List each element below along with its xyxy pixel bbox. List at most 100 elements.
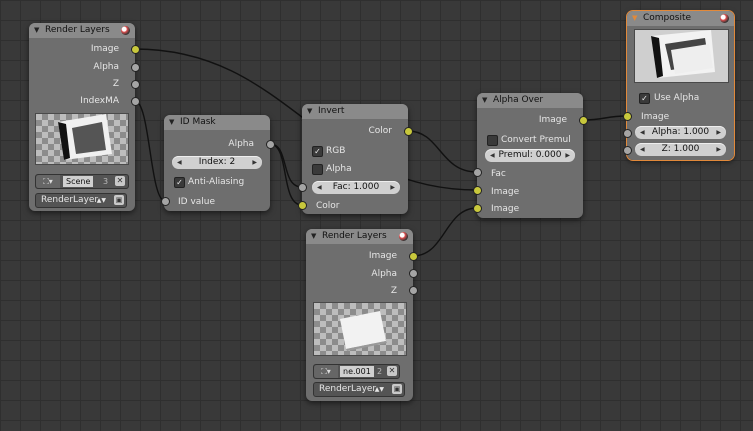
- scene-selector[interactable]: ⛶▾ ne.001 2 ✕: [313, 364, 400, 379]
- preview-sphere-icon[interactable]: [121, 26, 130, 35]
- alpha-label: Alpha: [326, 164, 352, 174]
- node-title: ID Mask: [180, 117, 216, 127]
- input-image-label: Image: [491, 187, 520, 197]
- socket-invert-color-in[interactable]: [298, 201, 307, 210]
- scene-icon[interactable]: ⛶▾: [36, 175, 60, 188]
- socket-idmask-alpha[interactable]: [266, 140, 275, 149]
- invert-node[interactable]: ▼ Invert Color ✓ RGB Alpha ◀ Fac: 1.000 …: [302, 104, 408, 214]
- x-icon[interactable]: ✕: [115, 176, 125, 186]
- node-header[interactable]: ▼ Invert: [302, 104, 408, 119]
- node-header[interactable]: ▼ Alpha Over: [477, 93, 583, 108]
- link-invert-to-fac: [407, 130, 478, 173]
- link-alpha-to-invert-fac: [269, 143, 303, 188]
- x-icon[interactable]: ✕: [387, 366, 397, 376]
- socket-composite-z[interactable]: [623, 146, 632, 155]
- socket-alphaover-fac[interactable]: [473, 168, 482, 177]
- z-field[interactable]: ◀ Z: 1.000 ▶: [635, 143, 726, 156]
- rgb-checkbox[interactable]: ✓: [312, 146, 323, 157]
- collapse-triangle-icon[interactable]: ▼: [632, 11, 637, 26]
- fac-field[interactable]: ◀ Fac: 1.000 ▶: [312, 181, 400, 194]
- socket-rl1-indexma[interactable]: [131, 97, 140, 106]
- id-mask-node[interactable]: ▼ ID Mask Alpha ◀ Index: 2 ▶ ✓ Anti-Alia…: [164, 115, 270, 211]
- input-color-label: Color: [316, 201, 340, 211]
- convert-premul-checkbox[interactable]: [487, 135, 498, 146]
- alpha-checkbox[interactable]: [312, 164, 323, 175]
- arrow-left-icon[interactable]: ◀: [177, 156, 182, 169]
- premul-field[interactable]: ◀ Premul: 0.000 ▶: [485, 149, 575, 162]
- collapse-triangle-icon[interactable]: ▼: [311, 229, 316, 244]
- input-image-label: Image: [491, 204, 520, 214]
- render-layers-node-1[interactable]: ▼ Render Layers Image Alpha Z IndexMA ⛶▾…: [29, 23, 135, 211]
- socket-composite-image[interactable]: [623, 112, 632, 121]
- socket-rl2-z[interactable]: [409, 286, 418, 295]
- updown-arrows-icon: ▲▼: [96, 197, 106, 204]
- socket-rl2-alpha[interactable]: [409, 269, 418, 278]
- arrow-left-icon[interactable]: ◀: [490, 149, 495, 162]
- arrow-right-icon[interactable]: ▶: [716, 126, 721, 139]
- preview-sphere-icon[interactable]: [720, 14, 729, 23]
- socket-alphaover-image-out[interactable]: [579, 116, 588, 125]
- index-field[interactable]: ◀ Index: 2 ▶: [172, 156, 262, 169]
- output-z-label: Z: [390, 286, 397, 296]
- output-image-label: Image: [368, 251, 397, 261]
- node-header[interactable]: ▼ ID Mask: [164, 115, 270, 130]
- arrow-right-icon[interactable]: ▶: [390, 181, 395, 194]
- socket-invert-fac[interactable]: [298, 183, 307, 192]
- output-image-label: Image: [538, 115, 567, 125]
- composite-node[interactable]: ▼ Composite ✓ Use Alpha Image ◀ Alpha: 1…: [626, 10, 735, 161]
- render-layers-node-2[interactable]: ▼ Render Layers Image Alpha Z ⛶▾ ne.001 …: [306, 229, 413, 401]
- render-icon[interactable]: ▣: [114, 195, 124, 205]
- collapse-triangle-icon[interactable]: ▼: [307, 104, 312, 119]
- node-header[interactable]: ▼ Render Layers: [306, 229, 413, 244]
- scene-name[interactable]: ne.001: [340, 366, 374, 377]
- anti-aliasing-label: Anti-Aliasing: [188, 177, 245, 187]
- socket-invert-color-out[interactable]: [404, 127, 413, 136]
- use-alpha-checkbox[interactable]: ✓: [639, 93, 650, 104]
- alpha-field[interactable]: ◀ Alpha: 1.000 ▶: [635, 126, 726, 139]
- socket-rl1-alpha[interactable]: [131, 63, 140, 72]
- use-alpha-label: Use Alpha: [654, 93, 700, 103]
- fac-value: Fac: 1.000: [332, 182, 380, 192]
- node-header[interactable]: ▼ Composite: [627, 11, 734, 26]
- rgb-label: RGB: [326, 146, 346, 156]
- premul-value: Premul: 0.000: [498, 150, 562, 160]
- input-image-label: Image: [641, 112, 670, 122]
- socket-rl2-image[interactable]: [409, 252, 418, 261]
- node-title: Composite: [643, 13, 692, 23]
- anti-aliasing-checkbox[interactable]: ✓: [174, 177, 185, 188]
- socket-alphaover-image1[interactable]: [473, 186, 482, 195]
- socket-composite-alpha[interactable]: [623, 129, 632, 138]
- scene-name[interactable]: Scene: [63, 176, 94, 187]
- render-layer-dropdown[interactable]: RenderLayer ▲▼ ▣: [313, 382, 405, 397]
- collapse-triangle-icon[interactable]: ▼: [482, 93, 487, 108]
- collapse-triangle-icon[interactable]: ▼: [34, 23, 39, 38]
- arrow-right-icon[interactable]: ▶: [716, 143, 721, 156]
- updown-arrows-icon: ▲▼: [374, 386, 384, 393]
- arrow-left-icon[interactable]: ◀: [640, 126, 645, 139]
- render-icon[interactable]: ▣: [392, 384, 402, 394]
- node-title: Invert: [318, 106, 345, 116]
- arrow-right-icon[interactable]: ▶: [252, 156, 257, 169]
- output-indexma-label: IndexMA: [80, 96, 119, 106]
- node-header[interactable]: ▼ Render Layers: [29, 23, 135, 38]
- input-fac-label: Fac: [491, 169, 506, 179]
- scene-selector[interactable]: ⛶▾ Scene 3 ✕: [35, 174, 129, 189]
- output-z-label: Z: [112, 79, 119, 89]
- collapse-triangle-icon[interactable]: ▼: [169, 115, 174, 130]
- scene-icon[interactable]: ⛶▾: [314, 365, 338, 378]
- preview-sphere-icon[interactable]: [399, 232, 408, 241]
- arrow-right-icon[interactable]: ▶: [565, 149, 570, 162]
- socket-idmask-idvalue[interactable]: [161, 197, 170, 206]
- scene-users: 2: [377, 367, 383, 376]
- socket-rl1-image[interactable]: [131, 45, 140, 54]
- socket-rl1-z[interactable]: [131, 80, 140, 89]
- socket-alphaover-image2[interactable]: [473, 204, 482, 213]
- render-layer-name: RenderLayer: [319, 384, 377, 394]
- arrow-left-icon[interactable]: ◀: [317, 181, 322, 194]
- alpha-over-node[interactable]: ▼ Alpha Over Image Convert Premul ◀ Prem…: [477, 93, 583, 218]
- output-image-label: Image: [90, 44, 119, 54]
- z-value: Z: 1.000: [661, 144, 700, 154]
- render-layer-dropdown[interactable]: RenderLayer ▲▼ ▣: [35, 193, 127, 208]
- arrow-left-icon[interactable]: ◀: [640, 143, 645, 156]
- node-title: Alpha Over: [493, 95, 544, 105]
